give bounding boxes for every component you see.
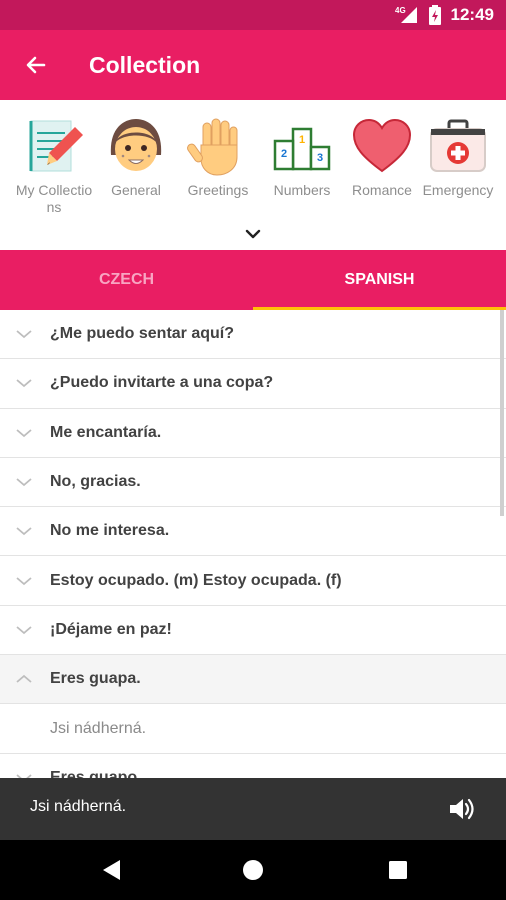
chevron-down-icon	[16, 626, 32, 635]
audio-player-bar: Jsi nádherná.	[0, 778, 506, 840]
player-text: Jsi nádherná.	[30, 798, 127, 815]
phrase-text: ¿Me puedo sentar aquí?	[50, 325, 235, 343]
category-emergency[interactable]: Emergency	[418, 114, 498, 199]
chevron-down-icon	[245, 229, 261, 239]
podium-icon: 1 2 3	[273, 127, 331, 171]
signal-icon: 4G	[395, 6, 417, 23]
phrase-text: Estoy ocupado. (m) Estoy ocupada. (f)	[50, 571, 342, 589]
phrase-row[interactable]: Eres guapo.	[0, 754, 506, 778]
svg-text:2: 2	[281, 148, 287, 160]
back-button[interactable]	[18, 47, 54, 83]
category-numbers[interactable]: 1 2 3 Numbers	[262, 114, 342, 199]
expand-categories-button[interactable]	[240, 224, 266, 244]
arrow-back-icon	[26, 56, 46, 74]
phrase-translation-row[interactable]: Jsi nádherná.	[0, 704, 506, 754]
heart-icon	[352, 118, 412, 173]
category-label: Greetings	[187, 182, 249, 198]
speaker-icon[interactable]	[448, 796, 476, 822]
category-label: General	[111, 182, 161, 198]
category-label: Romance	[352, 182, 412, 198]
phrase-row[interactable]: Estoy ocupado. (m) Estoy ocupada. (f)	[0, 556, 506, 606]
phrase-list[interactable]: ¿Me puedo sentar aquí? ¿Puedo invitarte …	[0, 310, 506, 778]
girl-face-icon	[110, 119, 162, 171]
chevron-down-icon	[16, 527, 32, 536]
category-general[interactable]: General	[96, 114, 176, 199]
nav-recents-icon[interactable]	[386, 858, 410, 882]
tab-czech[interactable]: CZECH	[0, 250, 253, 310]
scrollbar-thumb[interactable]	[500, 310, 504, 516]
chevron-down-icon	[16, 330, 32, 339]
category-label: My Collections	[15, 182, 93, 215]
phrase-text: Me encantaría.	[50, 423, 162, 441]
chevron-down-icon	[16, 774, 32, 778]
phrase-translation: Jsi nádherná.	[50, 719, 147, 737]
phrase-text: No, gracias.	[50, 473, 141, 491]
phrase-row[interactable]: Me encantaría.	[0, 409, 506, 458]
category-label: Emergency	[422, 182, 494, 198]
system-nav-bar	[0, 840, 506, 900]
phrase-row[interactable]: No me interesa.	[0, 507, 506, 557]
nav-home-icon[interactable]	[241, 858, 265, 882]
phrase-row[interactable]: ¡Déjame en paz!	[0, 606, 506, 656]
app-bar: Collection	[0, 30, 506, 100]
svg-text:3: 3	[317, 152, 323, 164]
nav-back-icon[interactable]	[100, 858, 124, 882]
chevron-down-icon	[16, 379, 32, 388]
phrase-row[interactable]: ¿Puedo invitarte a una copa?	[0, 359, 506, 409]
chevron-up-icon	[16, 675, 32, 683]
language-tabs: CZECH SPANISH	[0, 250, 506, 310]
chevron-down-icon	[16, 478, 32, 487]
waving-hand-icon	[187, 118, 238, 176]
phrase-text: No me interesa.	[50, 522, 170, 540]
phrase-row-expanded[interactable]: Eres guapa.	[0, 655, 506, 705]
chevron-down-icon	[16, 429, 32, 437]
status-icons: 4G 12:49	[395, 0, 494, 30]
tab-spanish[interactable]: SPANISH	[253, 250, 506, 310]
phrase-text: ¿Puedo invitarte a una copa?	[50, 374, 274, 392]
chevron-down-icon	[16, 576, 32, 585]
notepad-pencil-icon	[29, 120, 83, 172]
status-time: 12:49	[450, 5, 494, 24]
category-romance[interactable]: Romance	[342, 114, 422, 199]
category-strip: My Collections General Greetings 1 2 3 N…	[0, 100, 506, 250]
status-bar: 4G 12:49	[0, 0, 506, 30]
phrase-text: ¡Déjame en paz!	[50, 620, 172, 638]
svg-text:1: 1	[299, 134, 305, 146]
svg-text:4G: 4G	[395, 6, 406, 15]
page-title: Collection	[89, 52, 201, 78]
phrase-row[interactable]: No, gracias.	[0, 458, 506, 508]
category-greetings[interactable]: Greetings	[178, 114, 258, 199]
first-aid-kit-icon	[430, 119, 486, 172]
phrase-text: Eres guapo.	[50, 768, 142, 778]
phrase-text: Eres guapa.	[50, 670, 141, 688]
phrase-row[interactable]: ¿Me puedo sentar aquí?	[0, 310, 506, 360]
category-label: Numbers	[273, 182, 331, 198]
category-my-collections[interactable]: My Collections	[14, 114, 94, 216]
battery-icon	[428, 5, 441, 25]
